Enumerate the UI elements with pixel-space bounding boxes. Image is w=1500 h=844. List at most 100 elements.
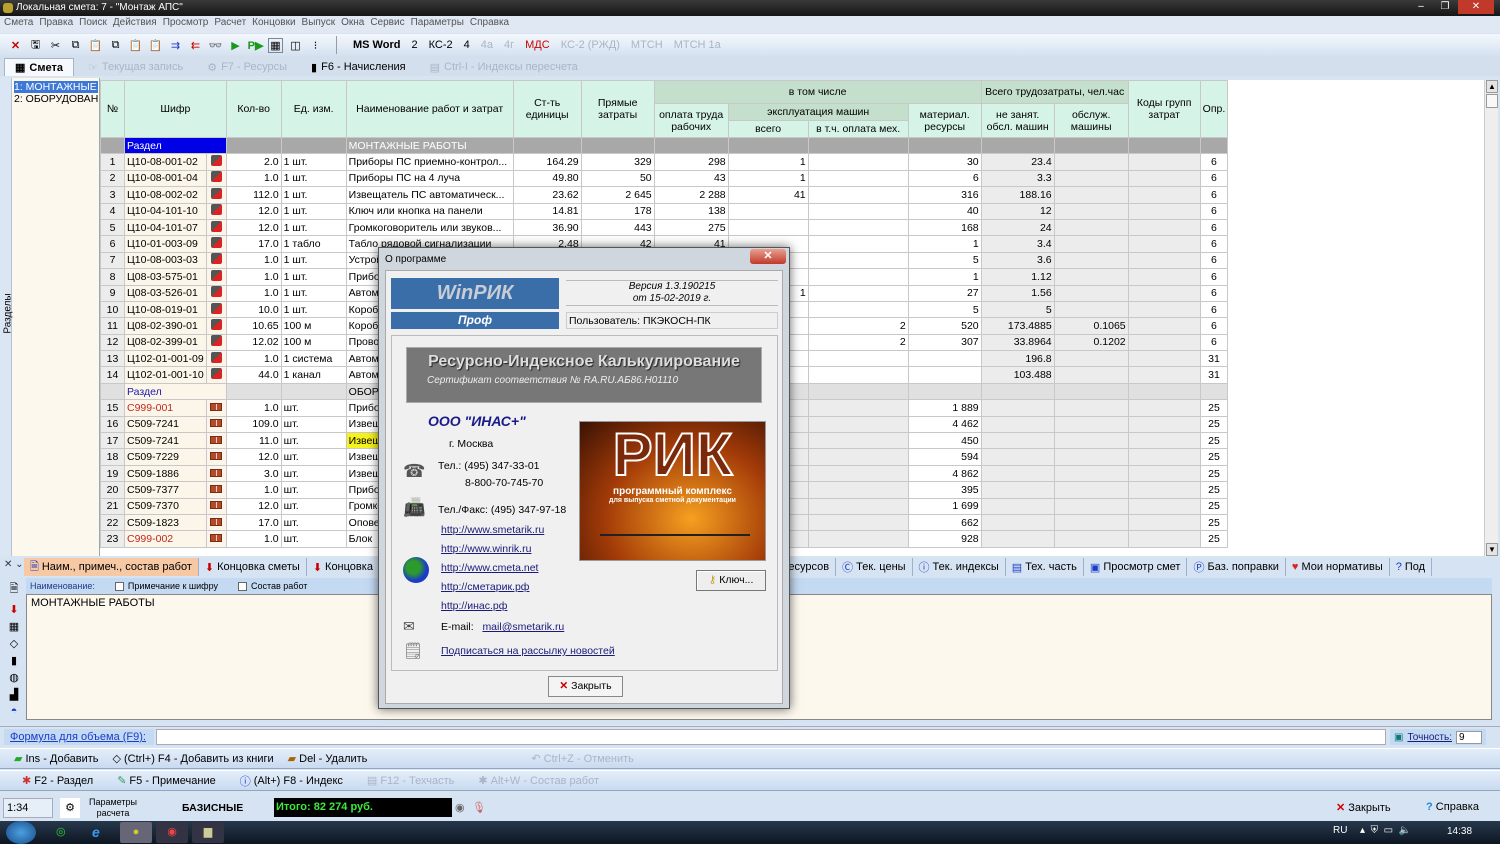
- qty-cell[interactable]: 17.0: [225, 235, 282, 253]
- unit-cell[interactable]: шт.: [280, 530, 347, 548]
- value-cell[interactable]: [807, 202, 909, 220]
- unit-cell[interactable]: шт.: [280, 448, 347, 466]
- unit-cell[interactable]: шт.: [280, 464, 347, 483]
- tab-indexes[interactable]: ▤ Ctrl-I - Индексы пересчета: [420, 58, 588, 76]
- value-cell[interactable]: 6: [1199, 218, 1229, 237]
- cell[interactable]: [980, 136, 1055, 155]
- qty-cell[interactable]: 11.0: [225, 432, 282, 450]
- value-cell[interactable]: 298: [653, 153, 729, 171]
- code-cell[interactable]: Ц10-08-019-01: [124, 300, 207, 319]
- value-cell[interactable]: [1053, 202, 1129, 220]
- tab-smeta[interactable]: ▦ Смета: [4, 58, 74, 76]
- email-link[interactable]: mail@smetarik.ru: [482, 621, 564, 633]
- cell[interactable]: [1127, 136, 1201, 155]
- cell[interactable]: [1053, 136, 1129, 155]
- value-cell[interactable]: [980, 497, 1055, 515]
- eraser-icon[interactable]: ◇: [10, 637, 18, 650]
- col-serv[interactable]: обслуж. машины: [1053, 103, 1129, 138]
- code-cell[interactable]: С999-001: [124, 399, 207, 417]
- language-indicator[interactable]: RU: [1333, 825, 1347, 836]
- value-cell[interactable]: [1127, 366, 1201, 384]
- unit-cell[interactable]: шт.: [280, 415, 347, 434]
- row-type-cell[interactable]: [205, 366, 227, 384]
- value-cell[interactable]: [1127, 153, 1201, 171]
- value-cell[interactable]: 24: [980, 218, 1055, 237]
- cell[interactable]: [727, 136, 809, 155]
- tab-current-record[interactable]: ☞ Текущая запись: [78, 58, 193, 76]
- unit-cell[interactable]: 1 табло: [280, 235, 347, 253]
- note-checkbox[interactable]: Примечание к шифру: [114, 581, 218, 592]
- unit-cell[interactable]: шт.: [280, 432, 347, 450]
- value-cell[interactable]: [1053, 169, 1129, 188]
- row-number[interactable]: 9: [100, 284, 125, 302]
- value-cell[interactable]: 25: [1199, 415, 1229, 434]
- col-mach-pay[interactable]: в т.ч. оплата мех.: [807, 120, 909, 138]
- mtsn-button[interactable]: МТСН: [628, 39, 666, 51]
- row-type-cell[interactable]: [205, 169, 227, 188]
- value-cell[interactable]: 41: [727, 186, 809, 204]
- col-labor[interactable]: оплата труда рабочих: [653, 103, 729, 138]
- value-cell[interactable]: 450: [907, 432, 982, 450]
- code-cell[interactable]: Ц08-02-390-01: [124, 317, 207, 335]
- qty-cell[interactable]: 12.0: [225, 218, 282, 237]
- value-cell[interactable]: 25: [1199, 497, 1229, 515]
- cell[interactable]: [100, 382, 125, 401]
- value-cell[interactable]: 25: [1199, 464, 1229, 483]
- section-item-2[interactable]: 2: ОБОРУДОВАНИЕ: [14, 93, 98, 105]
- value-cell[interactable]: 5: [907, 300, 982, 319]
- value-cell[interactable]: [807, 399, 909, 417]
- dialog-close-icon[interactable]: ✕: [750, 249, 786, 264]
- code-cell[interactable]: С509-7241: [124, 415, 207, 434]
- row-number[interactable]: 10: [100, 300, 125, 319]
- row-type-cell[interactable]: [205, 333, 227, 352]
- col-materials[interactable]: материал. ресурсы: [907, 103, 982, 138]
- row-type-cell[interactable]: [205, 350, 227, 368]
- value-cell[interactable]: [907, 366, 982, 384]
- updown-icon[interactable]: ⁝: [308, 38, 323, 53]
- value-cell[interactable]: 6: [1199, 186, 1229, 204]
- value-cell[interactable]: [1127, 202, 1201, 220]
- value-cell[interactable]: 6: [1199, 317, 1229, 335]
- bottom-tab[interactable]: Ⓟ Баз. поправки: [1187, 558, 1286, 576]
- qty-cell[interactable]: 112.0: [225, 186, 282, 204]
- value-cell[interactable]: 23.4: [980, 153, 1055, 171]
- cell[interactable]: [280, 136, 347, 155]
- row-number[interactable]: 22: [100, 513, 125, 532]
- value-cell[interactable]: 6: [1199, 268, 1229, 286]
- value-cell[interactable]: [1053, 284, 1129, 302]
- row-number[interactable]: 11: [100, 317, 125, 335]
- value-cell[interactable]: 443: [580, 218, 655, 237]
- cell[interactable]: [907, 136, 982, 155]
- value-cell[interactable]: [980, 464, 1055, 483]
- cell[interactable]: [907, 382, 982, 401]
- section-row[interactable]: Раздел МОНТАЖНЫЕ РАБОТЫ: [100, 136, 1229, 155]
- precision-input[interactable]: 9: [1455, 730, 1482, 744]
- add-button[interactable]: ▰ Ins - Добавить: [14, 752, 99, 766]
- settings-gear-icon[interactable]: ⚙: [60, 798, 80, 818]
- code-cell[interactable]: Ц08-02-399-01: [124, 333, 207, 352]
- value-cell[interactable]: [807, 432, 909, 450]
- value-cell[interactable]: [1053, 366, 1129, 384]
- value-cell[interactable]: [980, 432, 1055, 450]
- delete-icon[interactable]: ✕: [8, 38, 23, 53]
- section-item-1[interactable]: 1: МОНТАЖНЫЕ РАБОТЫ: [14, 81, 98, 93]
- row-type-cell[interactable]: [205, 153, 227, 171]
- name-cell[interactable]: Извещатель ПС автоматическ...: [345, 186, 514, 204]
- value-cell[interactable]: [1127, 481, 1201, 499]
- qty-cell[interactable]: 1.0: [225, 481, 282, 499]
- techpart-button[interactable]: ▤ F12 - Техчасть: [367, 774, 455, 788]
- help-button[interactable]: ? Справка: [1426, 801, 1479, 813]
- bottom-tab[interactable]: ⬇ Концовка: [307, 558, 380, 576]
- value-cell[interactable]: 1.56: [980, 284, 1055, 302]
- cell[interactable]: [512, 136, 582, 155]
- value-cell[interactable]: [1053, 530, 1129, 548]
- close-app-button[interactable]: ✕ Закрыть: [1336, 801, 1391, 814]
- name-cell[interactable]: Приборы ПС на 4 луча: [345, 169, 514, 188]
- value-cell[interactable]: 168: [907, 218, 982, 237]
- value-cell[interactable]: 2 288: [653, 186, 729, 204]
- unit-cell[interactable]: шт.: [280, 399, 347, 417]
- value-cell[interactable]: 1.12: [980, 268, 1055, 286]
- form-2-button[interactable]: 2: [408, 39, 420, 51]
- code-cell[interactable]: Ц10-04-101-10: [124, 202, 207, 220]
- cell[interactable]: [280, 382, 347, 401]
